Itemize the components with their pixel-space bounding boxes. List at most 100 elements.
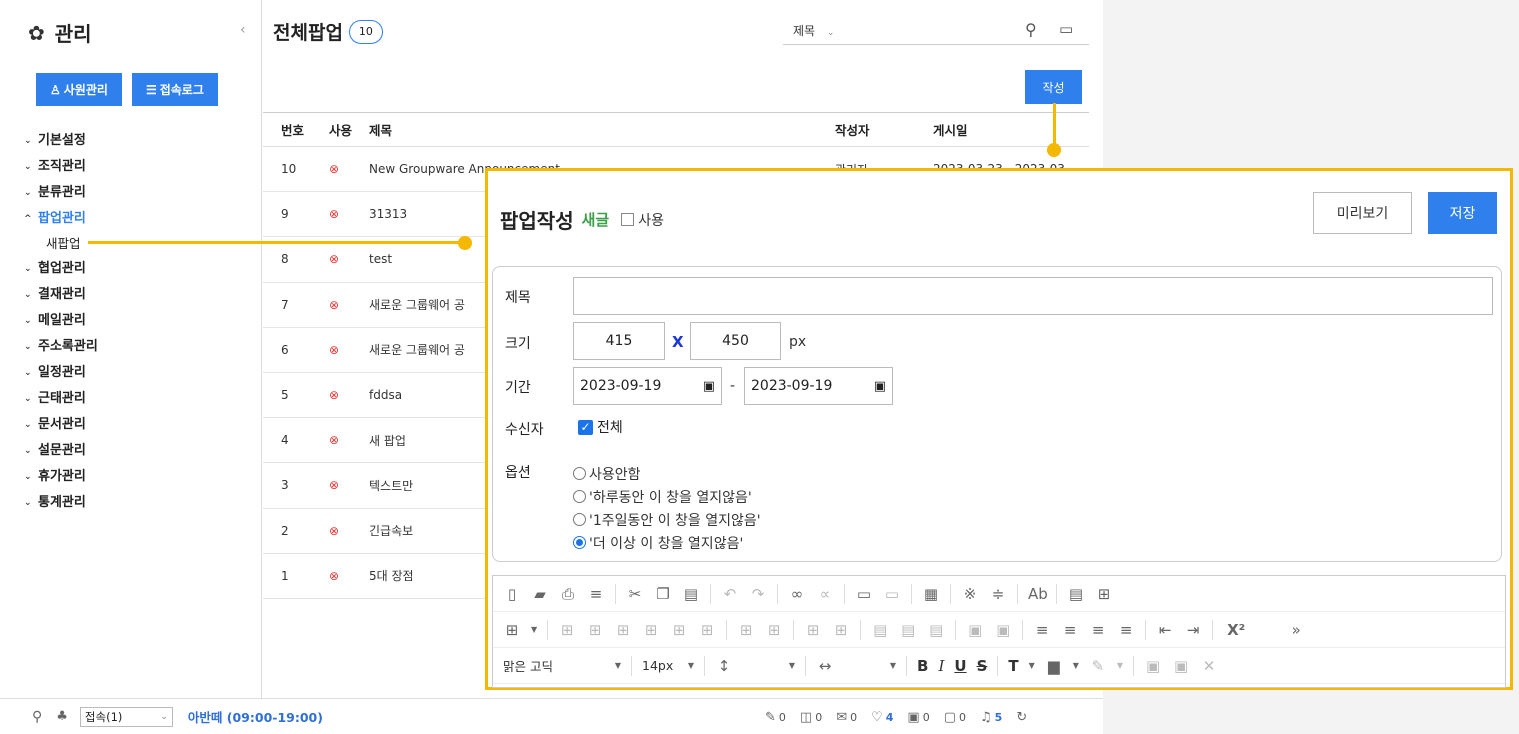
option-radio[interactable]: '하루동안 이 창을 열지않음' xyxy=(573,485,761,508)
underline-icon[interactable]: U xyxy=(954,657,966,675)
sidebar-subitem[interactable]: 새팝업 xyxy=(24,232,98,256)
start-date-input[interactable]: 2023-09-19 ▣ xyxy=(573,367,722,405)
counter-calendar[interactable]: ▣ 0 xyxy=(907,710,929,725)
image-icon[interactable]: ▭ xyxy=(855,585,873,603)
indent-icon[interactable]: ⇥ xyxy=(1184,621,1202,639)
sidebar-item[interactable]: ^ 팝업관리 xyxy=(24,206,98,232)
connect-status-select[interactable]: 접속(1) ⌄ xyxy=(79,706,173,727)
align-center-icon[interactable]: ≡ xyxy=(1061,621,1079,639)
save-button[interactable]: 저장 xyxy=(1428,192,1497,234)
strikethrough-icon[interactable]: S xyxy=(977,657,988,675)
search-icon[interactable]: ⚲ xyxy=(32,709,42,725)
superscript-button[interactable]: X² xyxy=(1223,621,1249,639)
counter-chat[interactable]: ▢ 0 xyxy=(944,710,966,725)
cut-icon[interactable]: ✂ xyxy=(626,585,644,603)
org-chart-icon[interactable]: ♣ xyxy=(56,709,68,724)
table-row-icon[interactable]: ⊞ xyxy=(804,621,822,639)
sidebar-item[interactable]: ⌄ 문서관리 xyxy=(24,412,98,438)
table-icon[interactable]: ⊞ xyxy=(1095,585,1113,603)
calendar-icon[interactable]: ▣ xyxy=(874,379,886,394)
chevron-down-icon[interactable]: ▼ xyxy=(1073,661,1079,670)
align-cell-icon[interactable]: ▤ xyxy=(899,621,917,639)
image-edit-icon[interactable]: ▭ xyxy=(883,585,901,603)
special-char-icon[interactable]: ※ xyxy=(961,585,979,603)
clear-format-icon[interactable]: ✕ xyxy=(1200,657,1218,675)
preview-button[interactable]: 미리보기 xyxy=(1313,192,1412,234)
counter-box[interactable]: ◫ 0 xyxy=(800,710,822,725)
line-height-select[interactable]: ↕ ▼ xyxy=(715,657,795,675)
refresh-icon[interactable]: ↻ xyxy=(1016,710,1027,725)
search-icon[interactable]: ⚲ xyxy=(1025,20,1037,39)
chevron-down-icon[interactable]: ▼ xyxy=(1029,661,1035,670)
counter-pen[interactable]: ✎ 0 xyxy=(765,710,786,725)
end-date-input[interactable]: 2023-09-19 ▣ xyxy=(744,367,893,405)
recipient-all-checkbox[interactable]: ✓ 전체 xyxy=(578,417,623,437)
table-merge-icon[interactable]: ⊞ xyxy=(737,621,755,639)
italic-icon[interactable]: I xyxy=(938,657,944,675)
use-checkbox[interactable] xyxy=(621,213,635,226)
page-break-icon[interactable]: ≡ xyxy=(587,585,605,603)
redo-icon[interactable]: ↷ xyxy=(749,585,767,603)
table-split-icon[interactable]: ⊞ xyxy=(765,621,783,639)
font-color-icon[interactable]: T xyxy=(1008,657,1018,675)
sidebar-item[interactable]: ⌄ 협업관리 xyxy=(24,256,98,282)
counter-bell[interactable]: ♫ 5 xyxy=(980,710,1002,725)
bold-icon[interactable]: B xyxy=(917,657,928,675)
cell-style-icon[interactable]: ▣ xyxy=(994,621,1012,639)
table-cell-icon[interactable]: ⊞ xyxy=(698,621,716,639)
template-icon[interactable]: ▤ xyxy=(1067,585,1085,603)
align-left-icon[interactable]: ≡ xyxy=(1033,621,1051,639)
table-insert-icon[interactable]: ⊞ xyxy=(503,621,521,639)
sidebar-item[interactable]: ⌄ 주소록관리 xyxy=(24,334,98,360)
highlight-icon[interactable]: ✎ xyxy=(1089,657,1107,675)
align-cell-icon[interactable]: ▤ xyxy=(871,621,889,639)
table-cell-icon[interactable]: ⊞ xyxy=(614,621,632,639)
sidebar-item[interactable]: ⌄ 기본설정 xyxy=(24,128,98,154)
sidebar-item[interactable]: ⌄ 일정관리 xyxy=(24,360,98,386)
table-col-icon[interactable]: ⊞ xyxy=(832,621,850,639)
sidebar-item[interactable]: ⌄ 메일관리 xyxy=(24,308,98,334)
open-file-icon[interactable]: ▰ xyxy=(531,585,549,603)
copy-icon[interactable]: ❐ xyxy=(654,585,672,603)
align-justify-icon[interactable]: ≡ xyxy=(1117,621,1135,639)
more-tools-icon[interactable]: » xyxy=(1287,621,1305,639)
table-cell-icon[interactable]: ⊞ xyxy=(642,621,660,639)
spellcheck-icon[interactable]: Ab xyxy=(1028,585,1048,603)
write-button[interactable]: 작성 xyxy=(1025,70,1082,104)
access-log-button[interactable]: ☰ 접속로그 xyxy=(131,73,218,106)
table-cell-icon[interactable]: ⊞ xyxy=(586,621,604,639)
align-right-icon[interactable]: ≡ xyxy=(1089,621,1107,639)
background-color-icon[interactable]: ▆ xyxy=(1045,657,1063,675)
chevron-down-icon[interactable]: ▼ xyxy=(1117,661,1123,670)
horizontal-rule-icon[interactable]: ≑ xyxy=(989,585,1007,603)
paste-icon[interactable]: ▤ xyxy=(682,585,700,603)
sidebar-item[interactable]: ⌄ 설문관리 xyxy=(24,438,98,464)
width-input[interactable]: 415 xyxy=(573,322,665,360)
calendar-icon[interactable]: ▣ xyxy=(703,379,715,394)
sidebar-item[interactable]: ⌄ 통계관리 xyxy=(24,490,98,516)
sidebar-item[interactable]: ⌄ 휴가관리 xyxy=(24,464,98,490)
calendar-icon[interactable]: ▭ xyxy=(1059,20,1073,38)
counter-shield-check[interactable]: ♡ 4 xyxy=(871,710,893,725)
media-icon[interactable]: ▦ xyxy=(922,585,940,603)
unlink-icon[interactable]: ∝ xyxy=(816,585,834,603)
search-field-select[interactable]: 제목 ⌄ xyxy=(793,22,834,39)
sidebar-item[interactable]: ⌄ 분류관리 xyxy=(24,180,98,206)
new-document-icon[interactable]: ▯ xyxy=(503,585,521,603)
employee-management-button[interactable]: ♙ 사원관리 xyxy=(36,73,122,106)
undo-icon[interactable]: ↶ xyxy=(721,585,739,603)
sidebar-item[interactable]: ⌄ 결재관리 xyxy=(24,282,98,308)
align-cell-icon[interactable]: ▤ xyxy=(927,621,945,639)
title-input[interactable] xyxy=(573,277,1493,315)
sidebar-item[interactable]: ⌄ 조직관리 xyxy=(24,154,98,180)
sidebar-item[interactable]: ⌄ 근태관리 xyxy=(24,386,98,412)
table-cell-icon[interactable]: ⊞ xyxy=(670,621,688,639)
font-size-select[interactable]: 14px ▼ xyxy=(642,658,694,673)
letter-spacing-select[interactable]: ↔ ▼ xyxy=(816,657,896,675)
counter-mail[interactable]: ✉ 0 xyxy=(836,710,857,725)
table-cell-icon[interactable]: ⊞ xyxy=(558,621,576,639)
collapse-chevron-icon[interactable]: ‹ xyxy=(240,22,246,38)
text-box-icon[interactable]: ▣ xyxy=(1172,657,1190,675)
link-icon[interactable]: ∞ xyxy=(788,585,806,603)
text-box-icon[interactable]: ▣ xyxy=(1144,657,1162,675)
